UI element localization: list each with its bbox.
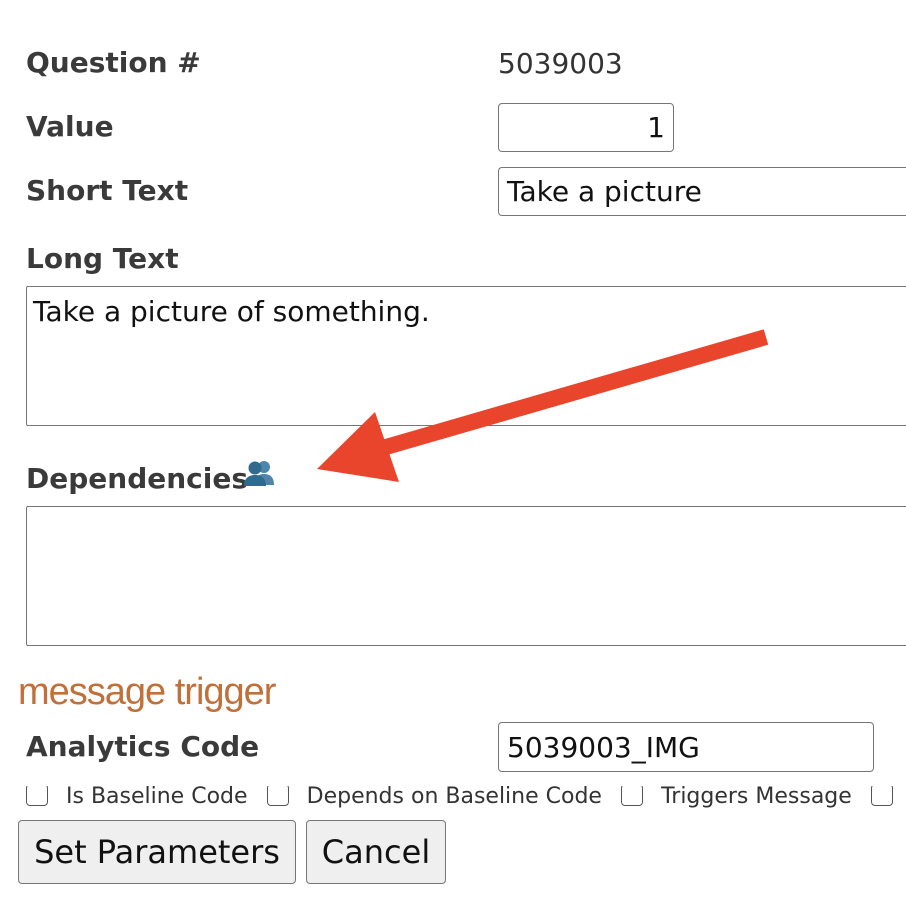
long-text-textarea[interactable]: Take a picture of something. — [26, 286, 906, 426]
checkbox-label: Triggers Message — [661, 786, 852, 809]
checkbox-box[interactable] — [621, 786, 644, 806]
message-trigger-heading: message trigger — [18, 671, 276, 713]
users-icon[interactable] — [242, 458, 276, 488]
analytics-code-label: Analytics Code — [26, 730, 260, 763]
dependencies-textarea[interactable] — [26, 506, 906, 646]
dependencies-label: Dependencies — [26, 462, 249, 495]
value-input[interactable]: 1 — [498, 103, 674, 152]
value-label: Value — [26, 110, 114, 143]
is-baseline-code-checkbox[interactable]: Is Baseline Code — [26, 786, 248, 808]
triggers-message-checkbox[interactable]: Triggers Message — [621, 786, 852, 808]
checkbox-box[interactable] — [266, 786, 289, 806]
checkbox-row: Is Baseline Code Depends on Baseline Cod… — [26, 786, 906, 822]
cancel-button[interactable]: Cancel — [306, 820, 446, 884]
checkbox-label: Depends on Baseline Code — [306, 786, 602, 809]
depends-on-baseline-code-checkbox[interactable]: Depends on Baseline Code — [266, 786, 602, 809]
long-text-label: Long Text — [26, 242, 179, 275]
checkbox-box[interactable] — [26, 786, 48, 806]
question-number-value: 5039003 — [498, 47, 623, 80]
set-parameters-button[interactable]: Set Parameters — [18, 820, 296, 884]
short-text-label: Short Text — [26, 174, 189, 207]
short-text-input[interactable]: Take a picture — [498, 167, 906, 216]
override-checkbox[interactable]: Ov — [870, 786, 906, 808]
question-number-label: Question # — [26, 46, 201, 79]
analytics-code-input[interactable]: 5039003_IMG — [498, 722, 874, 772]
checkbox-label: Is Baseline Code — [66, 786, 248, 809]
checkbox-box[interactable] — [870, 786, 893, 806]
